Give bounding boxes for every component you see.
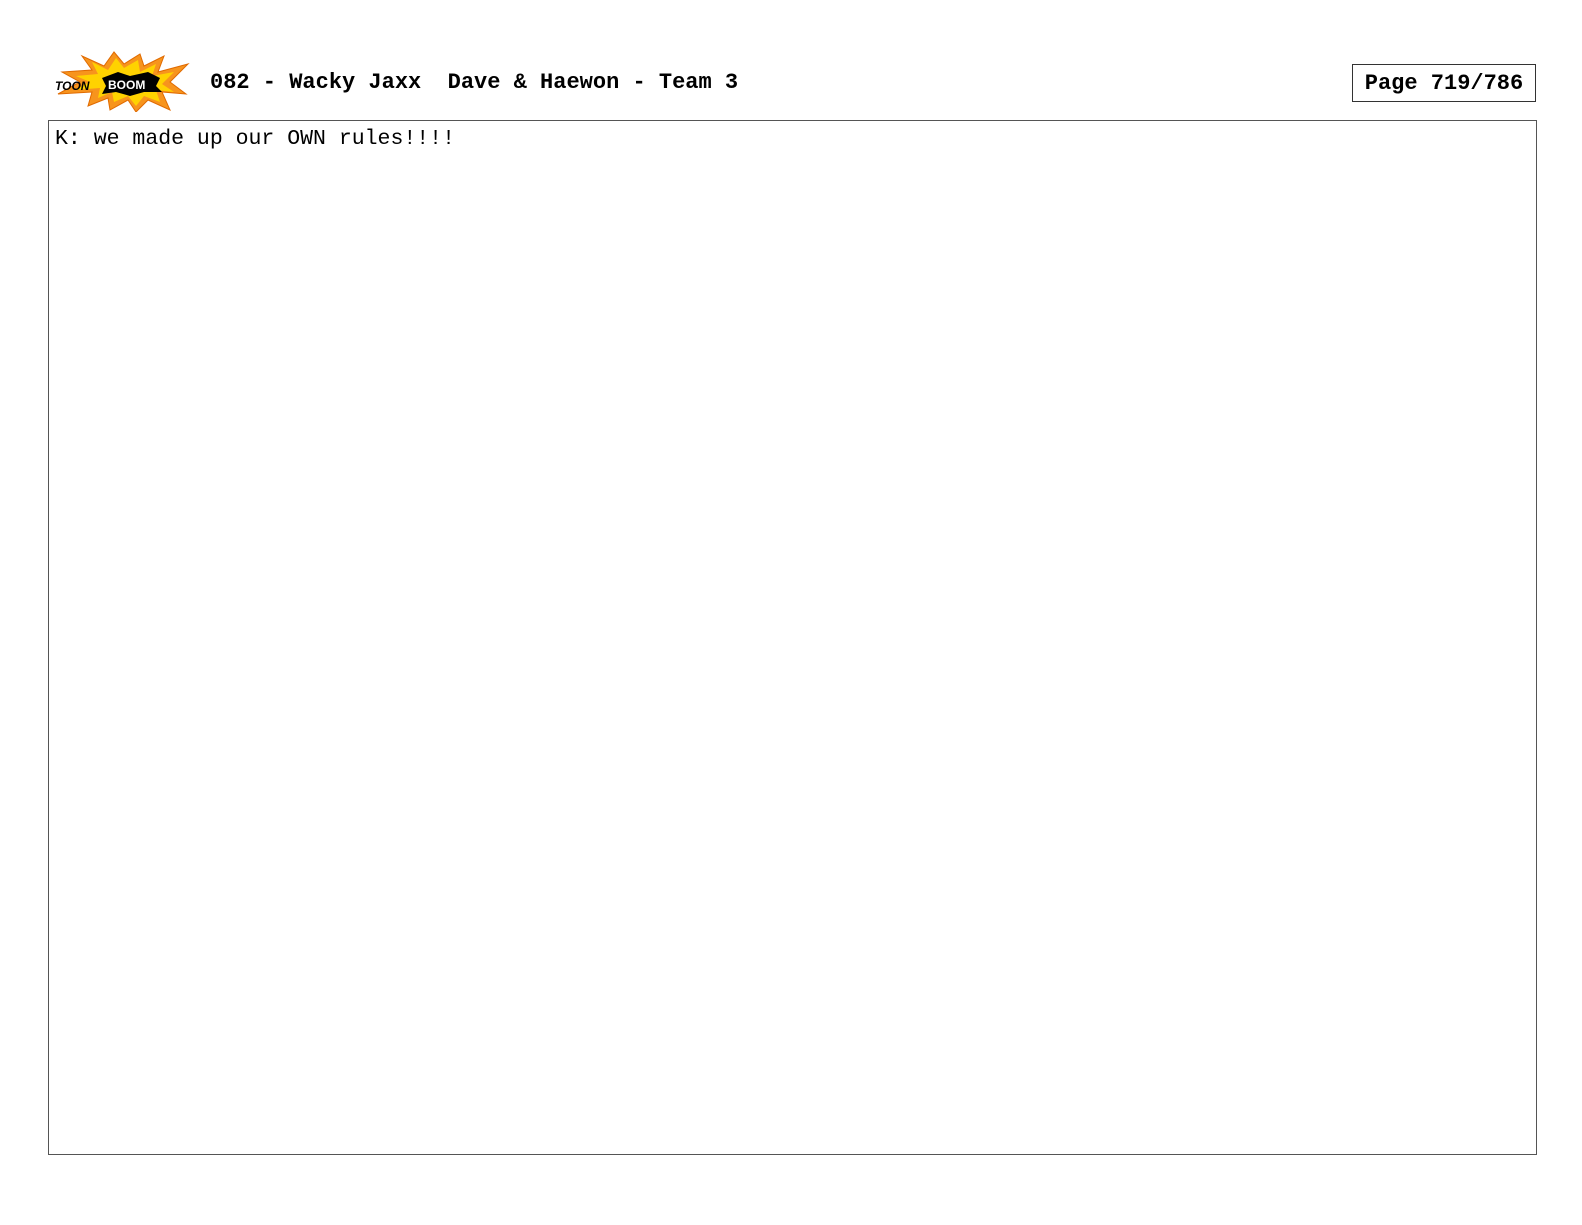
toon-boom-logo: TOON BOOM [55, 51, 190, 112]
storyboard-panel: K: we made up our OWN rules!!!! [48, 120, 1537, 1155]
page-number-badge: Page 719/786 [1352, 64, 1536, 102]
page-title: 082 - Wacky Jaxx Dave & Haewon - Team 3 [210, 70, 739, 95]
logo-toon-text: TOON [55, 79, 90, 93]
dialogue-text: K: we made up our OWN rules!!!! [55, 127, 455, 151]
logo-boom-text: BOOM [108, 78, 145, 92]
